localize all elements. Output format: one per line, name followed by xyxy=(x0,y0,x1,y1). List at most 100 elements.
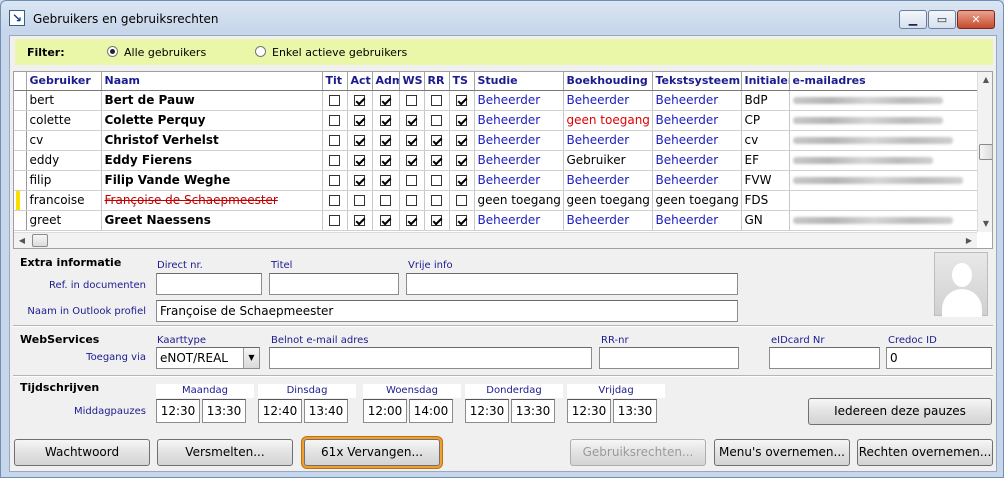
title-bar[interactable]: ↘ Gebruikers en gebruiksrechten ▁ ▭ ✕ xyxy=(1,1,1003,35)
adm-checkbox[interactable] xyxy=(380,215,391,226)
cell-studie[interactable]: Beheerder xyxy=(474,210,564,231)
rr-nr-input[interactable] xyxy=(599,347,739,369)
cell-initialen[interactable]: EF xyxy=(741,150,790,171)
cell-tekstsysteem[interactable]: Beheerder xyxy=(652,150,742,171)
cell-e-mailadres[interactable] xyxy=(789,130,978,151)
cell-boekhouding[interactable]: Beheerder xyxy=(563,210,653,231)
chevron-down-icon[interactable]: ▼ xyxy=(243,348,259,368)
cell-initialen[interactable]: FVW xyxy=(741,170,790,191)
header-act[interactable]: Act xyxy=(347,72,373,91)
cell-e-mailadres[interactable] xyxy=(789,90,978,111)
radio-enkel-actieve[interactable] xyxy=(255,46,266,57)
tit-checkbox[interactable] xyxy=(329,115,340,126)
cell-tekstsysteem[interactable]: Beheerder xyxy=(652,110,742,131)
eidcard-input[interactable] xyxy=(769,347,880,369)
header-initialen[interactable]: Initialen xyxy=(741,72,790,91)
outlook-naam-input[interactable]: Françoise de Schaepmeester xyxy=(156,300,738,322)
versmelten-button[interactable]: Versmelten... xyxy=(157,439,293,466)
table-row[interactable]: francoise Françoise de Schaepmeester geen … xyxy=(14,190,978,211)
scroll-left-icon[interactable]: ◀ xyxy=(14,233,30,248)
act-checkbox[interactable] xyxy=(354,115,365,126)
act-checkbox[interactable] xyxy=(354,215,365,226)
cell-initialen[interactable]: CP xyxy=(741,110,790,131)
menus-overnemen-button[interactable]: Menu's overnemen... xyxy=(714,439,850,466)
cell-naam[interactable]: Bert de Pauw xyxy=(101,90,323,111)
ts-checkbox[interactable] xyxy=(456,95,467,106)
cell-initialen[interactable]: BdP xyxy=(741,90,790,111)
cell-boekhouding[interactable]: geen toegang xyxy=(563,110,653,131)
vertical-scroll-thumb[interactable] xyxy=(979,144,992,160)
header-gebruiker[interactable]: Gebruiker xyxy=(26,72,102,91)
cell-studie[interactable]: Beheerder xyxy=(474,170,564,191)
cell-boekhouding[interactable]: geen toegang xyxy=(563,190,653,211)
donderdag-to-input[interactable]: 13:30 xyxy=(511,399,555,423)
table-row[interactable]: filip Filip Vande Weghe Beheerder Beheerder… xyxy=(14,170,978,191)
ws-checkbox[interactable] xyxy=(406,95,417,106)
cell-gebruiker[interactable]: greet xyxy=(26,210,102,231)
scroll-right-icon[interactable]: ▶ xyxy=(961,233,977,248)
adm-checkbox[interactable] xyxy=(380,195,391,206)
adm-checkbox[interactable] xyxy=(380,155,391,166)
direct-nr-input[interactable] xyxy=(156,273,262,295)
cell-naam[interactable]: Filip Vande Weghe xyxy=(101,170,323,191)
horizontal-scrollbar[interactable]: ◀ ▶ xyxy=(14,232,977,248)
cell-tekstsysteem[interactable]: geen toegang xyxy=(652,190,742,211)
radio-alle-gebruikers-label[interactable]: Alle gebruikers xyxy=(124,46,206,59)
header-e-mailadres[interactable]: e-mailadres xyxy=(789,72,978,91)
cell-boekhouding[interactable]: Beheerder xyxy=(563,170,653,191)
vrijdag-to-input[interactable]: 13:30 xyxy=(613,399,657,423)
cell-gebruiker[interactable]: colette xyxy=(26,110,102,131)
cell-studie[interactable]: Beheerder xyxy=(474,110,564,131)
ws-checkbox[interactable] xyxy=(406,155,417,166)
cell-tekstsysteem[interactable]: Beheerder xyxy=(652,170,742,191)
ws-checkbox[interactable] xyxy=(406,175,417,186)
cell-naam[interactable]: Colette Perquy xyxy=(101,110,323,131)
header-tit[interactable]: Tit xyxy=(322,72,348,91)
cell-e-mailadres[interactable] xyxy=(789,210,978,231)
ts-checkbox[interactable] xyxy=(456,215,467,226)
cell-tekstsysteem[interactable]: Beheerder xyxy=(652,90,742,111)
users-grid[interactable]: Gebruiker Naam Tit Act Adm WS RR TS Stud… xyxy=(13,71,993,249)
ws-checkbox[interactable] xyxy=(406,135,417,146)
cell-e-mailadres[interactable] xyxy=(789,170,978,191)
row-selector[interactable] xyxy=(14,150,27,171)
vertical-scrollbar[interactable]: ▲ ▼ xyxy=(977,72,992,232)
row-selector[interactable] xyxy=(14,90,27,111)
ts-checkbox[interactable] xyxy=(456,115,467,126)
tit-checkbox[interactable] xyxy=(329,135,340,146)
cell-gebruiker[interactable]: filip xyxy=(26,170,102,191)
vrijdag-from-input[interactable]: 12:30 xyxy=(567,399,611,423)
rr-checkbox[interactable] xyxy=(431,115,442,126)
ts-checkbox[interactable] xyxy=(456,155,467,166)
cell-initialen[interactable]: cv xyxy=(741,130,790,151)
table-row[interactable]: cv Christof Verhelst Beheerder Beheerder Beh… xyxy=(14,130,978,151)
cell-boekhouding[interactable]: Beheerder xyxy=(563,90,653,111)
tit-checkbox[interactable] xyxy=(329,195,340,206)
cell-boekhouding[interactable]: Gebruiker xyxy=(563,150,653,171)
adm-checkbox[interactable] xyxy=(380,95,391,106)
ws-checkbox[interactable] xyxy=(406,195,417,206)
cell-studie[interactable]: Beheerder xyxy=(474,130,564,151)
close-button[interactable]: ✕ xyxy=(957,10,995,29)
cell-studie[interactable]: geen toegang xyxy=(474,190,564,211)
cell-naam[interactable]: Françoise de Schaepmeester xyxy=(101,190,323,211)
header-adm[interactable]: Adm xyxy=(372,72,400,91)
header-rr[interactable]: RR xyxy=(424,72,450,91)
rr-checkbox[interactable] xyxy=(431,215,442,226)
vervangen-button[interactable]: 61x Vervangen... xyxy=(304,439,440,466)
cell-gebruiker[interactable]: eddy xyxy=(26,150,102,171)
maandag-from-input[interactable]: 12:30 xyxy=(156,399,200,423)
scroll-up-icon[interactable]: ▲ xyxy=(978,72,992,88)
horizontal-scroll-thumb[interactable] xyxy=(32,234,48,247)
iedereen-pauzes-button[interactable]: Iedereen deze pauzes xyxy=(808,398,992,425)
cell-studie[interactable]: Beheerder xyxy=(474,90,564,111)
row-selector[interactable] xyxy=(14,210,27,231)
table-row[interactable]: bert Bert de Pauw Beheerder Beheerder Beheer… xyxy=(14,90,978,111)
radio-alle-gebruikers[interactable] xyxy=(107,46,118,57)
rr-checkbox[interactable] xyxy=(431,175,442,186)
rr-checkbox[interactable] xyxy=(431,95,442,106)
row-selector[interactable] xyxy=(14,190,27,211)
ws-checkbox[interactable] xyxy=(406,115,417,126)
table-row[interactable]: greet Greet Naessens Beheerder Beheerder Beh… xyxy=(14,210,978,231)
act-checkbox[interactable] xyxy=(354,155,365,166)
